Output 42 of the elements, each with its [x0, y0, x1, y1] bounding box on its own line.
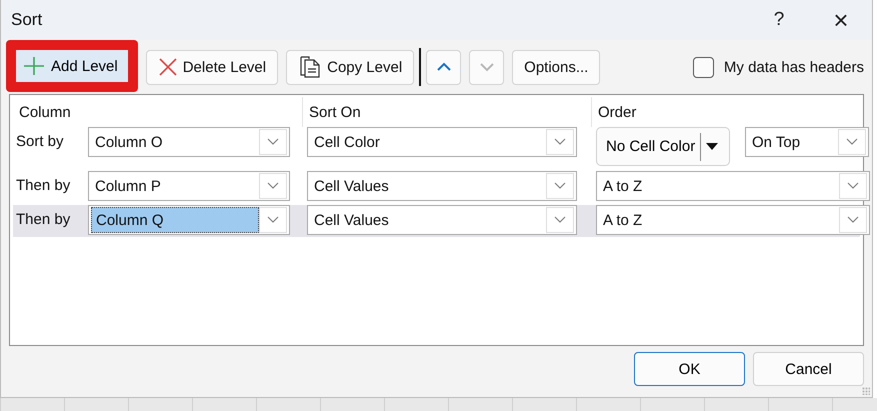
chevron-icon: [267, 182, 279, 190]
color-picker-button[interactable]: No Cell Color: [596, 127, 730, 166]
cross-icon: [158, 57, 178, 77]
delete-level-button[interactable]: Delete Level: [146, 50, 278, 84]
chevron-icon: [267, 216, 279, 224]
plus-icon: [22, 56, 46, 76]
chevron-icon: [478, 62, 495, 72]
column-dropdown[interactable]: Column O: [88, 127, 290, 157]
ok-button[interactable]: OK: [634, 352, 745, 386]
chevron-icon: [847, 182, 859, 190]
column-header: Order: [597, 102, 636, 122]
chevron-icon: [847, 216, 859, 224]
sort-on-dropdown[interactable]: Cell Values: [307, 171, 577, 201]
help-button[interactable]: ?: [748, 0, 810, 40]
order-dropdown[interactable]: A to Z: [596, 205, 870, 235]
window-title: Sort: [11, 10, 42, 30]
options-button[interactable]: Options...: [512, 50, 600, 84]
column-dropdown[interactable]: Column P: [88, 171, 290, 201]
chevron-icon: [846, 138, 858, 146]
move-up-button[interactable]: [426, 50, 462, 84]
close-button[interactable]: ×: [810, 0, 872, 40]
chevron-icon: [267, 138, 279, 146]
sort-on-dropdown[interactable]: Cell Color: [307, 127, 577, 157]
add-level-button[interactable]: Add Level: [6, 40, 138, 92]
headers-checkbox[interactable]: My data has headers: [692, 56, 864, 78]
copy-icon: [298, 55, 322, 79]
cancel-button[interactable]: Cancel: [753, 352, 864, 386]
sort-on-dropdown[interactable]: Cell Values: [307, 205, 577, 235]
row-label: Then by: [15, 210, 72, 228]
checkbox[interactable]: [692, 56, 714, 78]
dropdown-arrow-icon: [706, 142, 718, 150]
chevron-icon: [554, 216, 566, 224]
position-dropdown[interactable]: On Top: [745, 127, 869, 157]
resize-grip-icon[interactable]: [862, 387, 870, 395]
row-label: Sort by: [15, 132, 65, 150]
chevron-icon: [554, 182, 566, 190]
copy-level-button[interactable]: Copy Level: [286, 50, 414, 84]
order-dropdown[interactable]: A to Z: [596, 171, 870, 201]
chevron-icon: [554, 138, 566, 146]
chevron-icon: [436, 62, 452, 72]
row-label: Then by: [15, 176, 72, 194]
column-dropdown[interactable]: Column Q: [88, 205, 290, 235]
